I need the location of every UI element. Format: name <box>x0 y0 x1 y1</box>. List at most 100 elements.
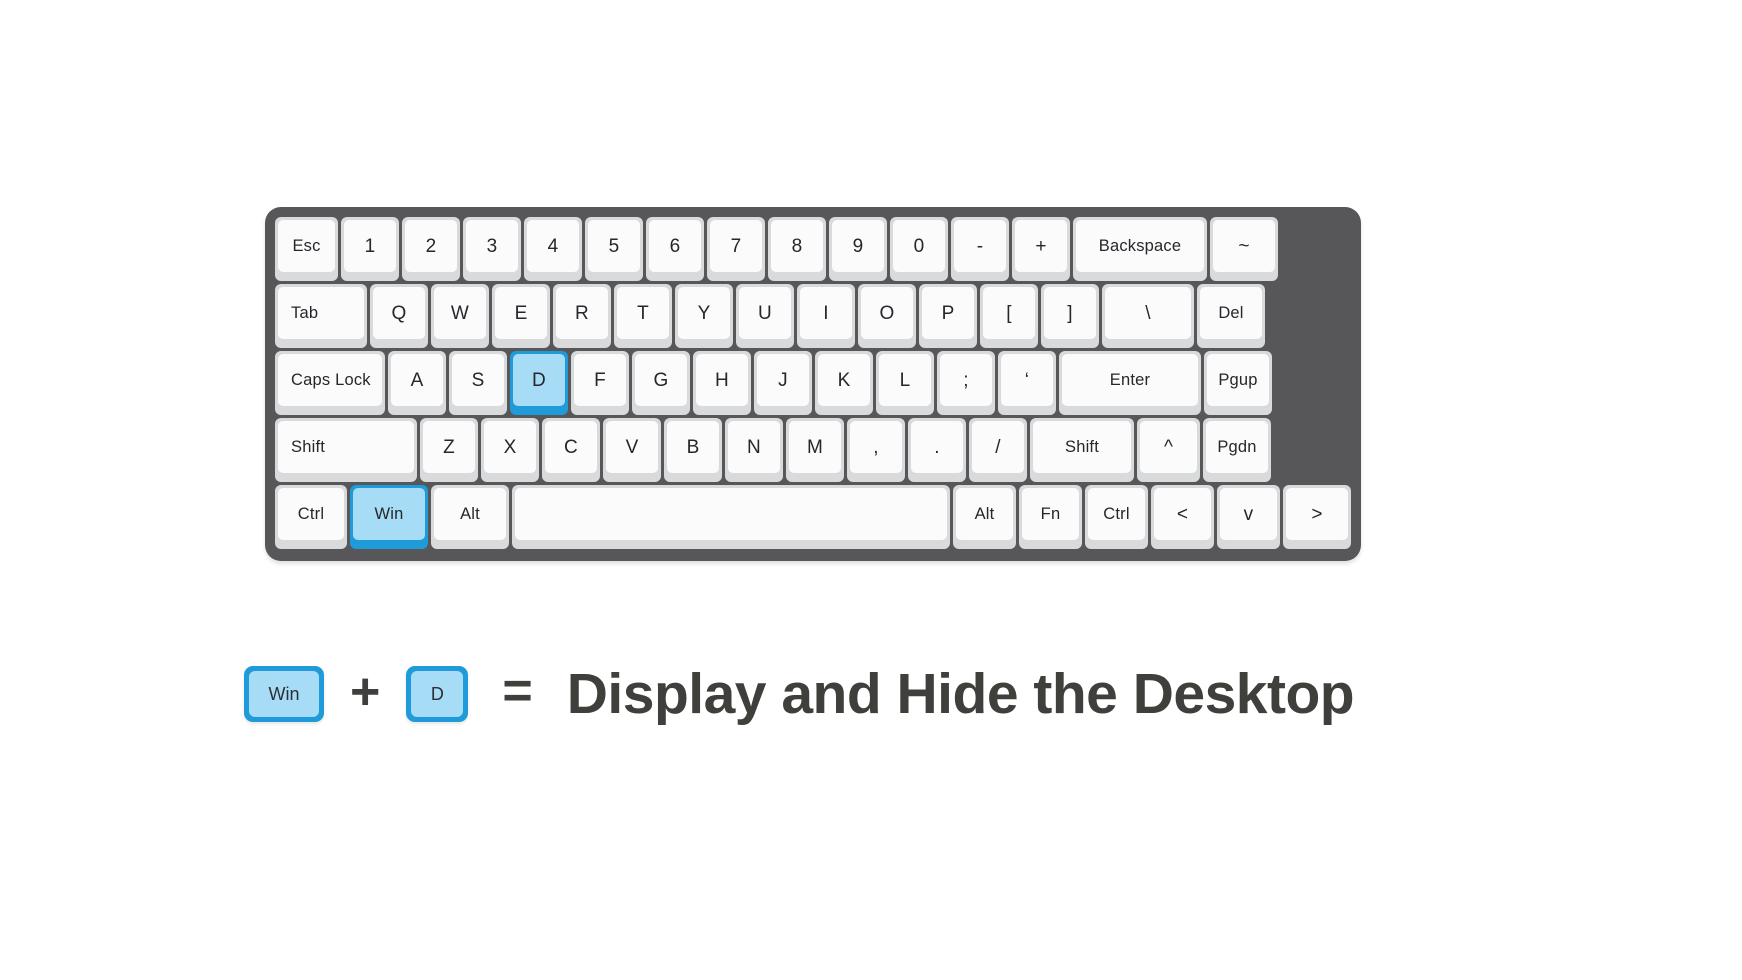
keyboard-shortcut-illustration: Esc 1 2 3 4 5 6 7 8 9 0- + Backspace ~ Tab Q W E R T Y U I O P[]… <box>265 207 1361 561</box>
key-space[interactable]: \ <box>1102 284 1194 348</box>
key-space[interactable]: < <box>1151 485 1214 549</box>
key-label-caps-lock: Caps Lock <box>278 354 382 406</box>
key-label-a: A <box>391 354 443 406</box>
key-shift[interactable]: Shift <box>1030 418 1134 482</box>
key-q[interactable]: Q <box>370 284 428 348</box>
caption-d-key[interactable]: D <box>406 666 469 722</box>
key-label-alt: Alt <box>434 488 506 540</box>
key-label-e: E <box>495 287 547 339</box>
key-ctrl[interactable]: Ctrl <box>275 485 347 549</box>
key-label-x: X <box>484 421 536 473</box>
key-space[interactable]: ^ <box>1137 418 1200 482</box>
key-0[interactable]: 0 <box>890 217 948 281</box>
key-6[interactable]: 6 <box>646 217 704 281</box>
key-label-2: 2 <box>405 220 457 272</box>
key-k[interactable]: K <box>815 351 873 415</box>
key-alt[interactable]: Alt <box>431 485 509 549</box>
key-5[interactable]: 5 <box>585 217 643 281</box>
key-space[interactable]: . <box>908 418 966 482</box>
key-p[interactable]: P <box>919 284 977 348</box>
key-label-8: 8 <box>771 220 823 272</box>
key-label-h: H <box>696 354 748 406</box>
key-label-6: 6 <box>649 220 701 272</box>
key-j[interactable]: J <box>754 351 812 415</box>
key-y[interactable]: Y <box>675 284 733 348</box>
key-m[interactable]: M <box>786 418 844 482</box>
key-label-space: - <box>954 220 1006 272</box>
key-esc[interactable]: Esc <box>275 217 338 281</box>
key-space[interactable]: + <box>1012 217 1070 281</box>
key-label-f: F <box>574 354 626 406</box>
key-space[interactable]: - <box>951 217 1009 281</box>
key-pgdn[interactable]: Pgdn <box>1203 418 1271 482</box>
key-pgup[interactable]: Pgup <box>1204 351 1272 415</box>
key-9[interactable]: 9 <box>829 217 887 281</box>
key-w[interactable]: W <box>431 284 489 348</box>
key-label-4: 4 <box>527 220 579 272</box>
key-c[interactable]: C <box>542 418 600 482</box>
key-e[interactable]: E <box>492 284 550 348</box>
key-tab[interactable]: Tab <box>275 284 367 348</box>
key-n[interactable]: N <box>725 418 783 482</box>
key-space[interactable]: [ <box>980 284 1038 348</box>
keyboard-row-shift-row: Shift Z X C V B N M,. / Shift ^ Pgdn <box>275 418 1351 482</box>
key-fn[interactable]: Fn <box>1019 485 1082 549</box>
key-r[interactable]: R <box>553 284 611 348</box>
key-label-win: Win <box>353 488 425 540</box>
key-space[interactable]: ‘ <box>998 351 1056 415</box>
key-l[interactable]: L <box>876 351 934 415</box>
key-label-c: C <box>545 421 597 473</box>
key-label-tab: Tab <box>278 287 364 339</box>
key-space[interactable]: ~ <box>1210 217 1278 281</box>
key-3[interactable]: 3 <box>463 217 521 281</box>
key-label-j: J <box>757 354 809 406</box>
key-backspace[interactable]: Backspace <box>1073 217 1207 281</box>
key-space[interactable]: , <box>847 418 905 482</box>
key-label-d: D <box>513 354 565 406</box>
key-enter[interactable]: Enter <box>1059 351 1201 415</box>
key-win[interactable]: Win <box>350 485 428 549</box>
key-space[interactable] <box>512 485 950 549</box>
key-label-l: L <box>879 354 931 406</box>
key-1[interactable]: 1 <box>341 217 399 281</box>
key-4[interactable]: 4 <box>524 217 582 281</box>
key-s[interactable]: S <box>449 351 507 415</box>
key-ctrl[interactable]: Ctrl <box>1085 485 1148 549</box>
caption-win-key[interactable]: Win <box>244 666 324 722</box>
key-b[interactable]: B <box>664 418 722 482</box>
key-v[interactable]: v <box>1217 485 1280 549</box>
key-i[interactable]: I <box>797 284 855 348</box>
key-8[interactable]: 8 <box>768 217 826 281</box>
key-g[interactable]: G <box>632 351 690 415</box>
key-caps-lock[interactable]: Caps Lock <box>275 351 385 415</box>
key-space[interactable]: ; <box>937 351 995 415</box>
key-label-space: [ <box>983 287 1035 339</box>
caption-win-key-label: Win <box>249 671 319 717</box>
key-label-space: / <box>972 421 1024 473</box>
key-shift[interactable]: Shift <box>275 418 417 482</box>
key-label-space: , <box>850 421 902 473</box>
key-space[interactable]: ] <box>1041 284 1099 348</box>
key-alt[interactable]: Alt <box>953 485 1016 549</box>
key-7[interactable]: 7 <box>707 217 765 281</box>
key-label-del: Del <box>1200 287 1262 339</box>
key-h[interactable]: H <box>693 351 751 415</box>
key-u[interactable]: U <box>736 284 794 348</box>
key-t[interactable]: T <box>614 284 672 348</box>
key-label-backspace: Backspace <box>1076 220 1204 272</box>
key-a[interactable]: A <box>388 351 446 415</box>
key-f[interactable]: F <box>571 351 629 415</box>
key-label-space: + <box>1015 220 1067 272</box>
key-2[interactable]: 2 <box>402 217 460 281</box>
plus-symbol: + <box>350 663 381 721</box>
key-label-fn: Fn <box>1022 488 1079 540</box>
key-z[interactable]: Z <box>420 418 478 482</box>
key-label-g: G <box>635 354 687 406</box>
key-d[interactable]: D <box>510 351 568 415</box>
key-space[interactable]: / <box>969 418 1027 482</box>
key-x[interactable]: X <box>481 418 539 482</box>
key-v[interactable]: V <box>603 418 661 482</box>
key-space[interactable]: > <box>1283 485 1351 549</box>
key-o[interactable]: O <box>858 284 916 348</box>
key-del[interactable]: Del <box>1197 284 1265 348</box>
